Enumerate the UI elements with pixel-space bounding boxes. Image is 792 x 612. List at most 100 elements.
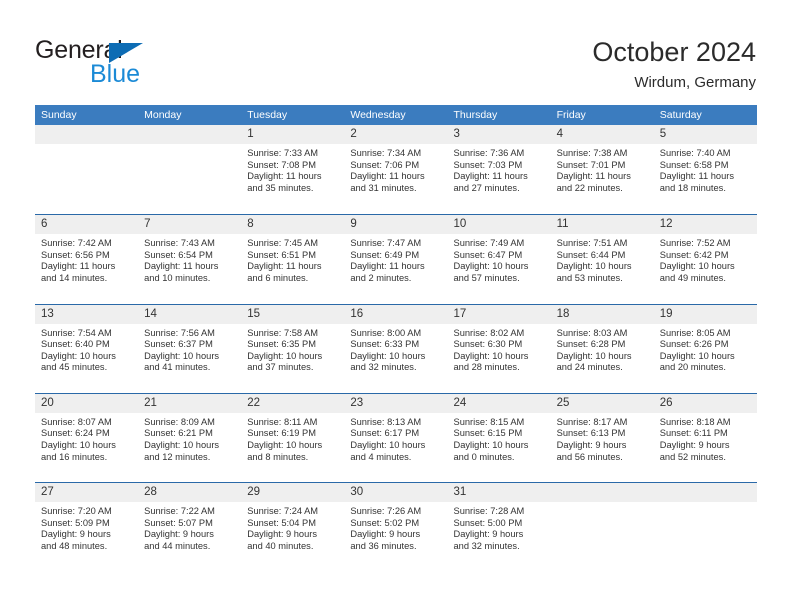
title-block: October 2024 Wirdum, Germany (592, 36, 756, 93)
day-number: 11 (556, 218, 569, 231)
calendar-day-cell[interactable]: 14 Sunrise: 7:56 AM Sunset: 6:37 PM Dayligh… (138, 304, 242, 393)
day-number: 30 (350, 486, 364, 499)
calendar-day-cell[interactable]: 29 Sunrise: 7:24 AM Sunset: 5:04 PM Dayligh… (241, 483, 345, 571)
daylight-text: Daylight: 11 hours (350, 171, 425, 182)
day-number: 29 (247, 486, 261, 499)
calendar-day-cell[interactable]: 20 Sunrise: 8:07 AM Sunset: 6:24 PM Dayligh… (35, 393, 139, 482)
day-number: 6 (41, 218, 48, 231)
daylight-text: Daylight: 10 hours (247, 440, 323, 451)
sunrise-text: Sunrise: 7:28 AM (453, 506, 525, 517)
sunset-text: Sunset: 7:08 PM (247, 159, 316, 170)
daylight-text: and 32 minutes. (453, 540, 520, 551)
sunset-text: Sunset: 5:09 PM (41, 517, 110, 528)
calendar-day-cell[interactable]: 4 Sunrise: 7:38 AM Sunset: 7:01 PM Daylight… (550, 125, 654, 213)
calendar-day-cell[interactable]: 25 Sunrise: 8:17 AM Sunset: 6:13 PM Dayligh… (550, 393, 654, 482)
weekday-header-sunday: Sunday (41, 109, 77, 121)
calendar-day-cell[interactable]: 7 Sunrise: 7:43 AM Sunset: 6:54 PM Daylight… (138, 215, 242, 303)
sunset-text: Sunset: 5:00 PM (453, 517, 523, 528)
sunset-text: Sunset: 6:54 PM (144, 249, 213, 260)
calendar-day-cell[interactable]: 5 Sunrise: 7:40 AM Sunset: 6:58 PM Daylight… (653, 125, 757, 213)
calendar-day-cell[interactable]: 13 Sunrise: 7:54 AM Sunset: 6:40 PM Dayligh… (35, 304, 139, 393)
day-number-band: 16 (344, 304, 448, 324)
day-number: 2 (350, 128, 357, 140)
sunrise-text: Sunrise: 7:51 AM (556, 238, 628, 249)
daylight-text: and 22 minutes. (556, 182, 623, 193)
daylight-text: and 16 minutes. (41, 451, 108, 462)
day-number-band (550, 483, 654, 503)
daylight-text: and 40 minutes. (247, 540, 314, 551)
daylight-text: Daylight: 9 hours (659, 440, 730, 451)
day-number-band: 4 (550, 125, 654, 144)
daylight-text: and 48 minutes. (41, 540, 108, 551)
daylight-text: and 53 minutes. (556, 273, 623, 284)
sunset-text: Sunset: 6:26 PM (659, 339, 729, 350)
day-number-band: 30 (344, 483, 448, 503)
day-details: Sunrise: 7:47 AM Sunset: 6:49 PM Daylight:… (344, 234, 447, 284)
calendar-day-cell[interactable]: 16 Sunrise: 8:00 AM Sunset: 6:33 PM Dayligh… (344, 304, 448, 393)
calendar-day-cell[interactable]: 9 Sunrise: 7:47 AM Sunset: 6:49 PM Daylight… (344, 215, 448, 303)
sunset-text: Sunset: 6:35 PM (247, 339, 316, 350)
calendar-day-cell[interactable]: 28 Sunrise: 7:22 AM Sunset: 5:07 PM Dayligh… (138, 483, 242, 571)
calendar-day-cell[interactable]: 3 Sunrise: 7:36 AM Sunset: 7:03 PM Daylight… (447, 125, 551, 213)
day-details: Sunrise: 7:42 AM Sunset: 6:56 PM Daylight:… (35, 234, 138, 284)
calendar-day-cell[interactable]: 22 Sunrise: 8:11 AM Sunset: 6:19 PM Dayligh… (241, 393, 345, 482)
calendar-day-cell[interactable]: 18 Sunrise: 8:03 AM Sunset: 6:28 PM Dayligh… (550, 304, 654, 393)
day-details: Sunrise: 8:03 AM Sunset: 6:28 PM Daylight:… (551, 324, 654, 374)
brand-name-blue: Blue (90, 60, 141, 88)
calendar-day-cell[interactable]: 21 Sunrise: 8:09 AM Sunset: 6:21 PM Dayligh… (138, 393, 242, 482)
daylight-text: and 57 minutes. (453, 273, 520, 284)
day-number-band: 29 (241, 483, 345, 503)
daylight-text: Daylight: 9 hours (350, 529, 421, 540)
day-number: 25 (556, 396, 570, 409)
day-details: Sunrise: 7:56 AM Sunset: 6:37 PM Daylight:… (138, 324, 241, 374)
day-number-band: 24 (447, 393, 551, 413)
daylight-text: Daylight: 10 hours (350, 350, 426, 361)
day-number-band: 8 (241, 215, 345, 235)
calendar-day-cell[interactable]: 6 Sunrise: 7:42 AM Sunset: 6:56 PM Daylight… (35, 215, 139, 303)
calendar-day-cell[interactable]: 24 Sunrise: 8:15 AM Sunset: 6:15 PM Dayligh… (447, 393, 551, 482)
calendar-day-cell[interactable]: 27 Sunrise: 7:20 AM Sunset: 5:09 PM Dayligh… (35, 483, 139, 571)
calendar-day-cell[interactable]: 26 Sunrise: 8:18 AM Sunset: 6:11 PM Dayligh… (653, 393, 757, 482)
day-number: 5 (659, 128, 667, 140)
daylight-text: and 32 minutes. (350, 362, 417, 373)
day-details: Sunrise: 7:54 AM Sunset: 6:40 PM Daylight:… (35, 324, 138, 374)
calendar-day-cell[interactable]: 1 Sunrise: 7:33 AM Sunset: 7:08 PM Daylight… (241, 125, 345, 213)
calendar-day-cell[interactable]: 11 Sunrise: 7:51 AM Sunset: 6:44 PM Dayligh… (550, 215, 654, 303)
calendar-day-cell[interactable]: 31 Sunrise: 7:28 AM Sunset: 5:00 PM Dayligh… (447, 483, 551, 571)
sunrise-text: Sunrise: 8:03 AM (556, 327, 628, 338)
calendar-day-cell[interactable]: 17 Sunrise: 8:02 AM Sunset: 6:30 PM Dayligh… (447, 304, 551, 393)
day-details: Sunrise: 8:09 AM Sunset: 6:21 PM Daylight:… (138, 413, 241, 463)
sunset-text: Sunset: 6:47 PM (453, 249, 523, 260)
sunset-text: Sunset: 5:07 PM (144, 517, 213, 528)
calendar-day-cell[interactable]: 12 Sunrise: 7:52 AM Sunset: 6:42 PM Dayligh… (653, 215, 757, 303)
sunrise-text: Sunrise: 7:33 AM (247, 148, 319, 158)
day-details: Sunrise: 7:33 AM Sunset: 7:08 PM Daylight:… (241, 144, 344, 194)
sunset-text: Sunset: 7:03 PM (453, 159, 523, 170)
day-number: 7 (144, 218, 151, 231)
day-number-band: 11 (550, 215, 654, 235)
calendar-day-cell[interactable]: 30 Sunrise: 7:26 AM Sunset: 5:02 PM Dayligh… (344, 483, 448, 571)
calendar-day-cell[interactable]: 2 Sunrise: 7:34 AM Sunset: 7:06 PM Daylight… (344, 125, 448, 213)
daylight-text: Daylight: 10 hours (659, 261, 735, 272)
daylight-text: and 35 minutes. (247, 182, 314, 193)
day-details (654, 502, 757, 506)
daylight-text: and 52 minutes. (659, 451, 726, 462)
sunset-text: Sunset: 6:17 PM (350, 428, 420, 439)
day-details (35, 144, 138, 148)
page-subtitle: Wirdum, Germany (634, 74, 756, 91)
calendar-day-cell[interactable]: 19 Sunrise: 8:05 AM Sunset: 6:26 PM Dayligh… (653, 304, 757, 393)
calendar-day-cell[interactable]: 23 Sunrise: 8:13 AM Sunset: 6:17 PM Dayligh… (344, 393, 448, 482)
calendar-day-cell[interactable]: 10 Sunrise: 7:49 AM Sunset: 6:47 PM Dayligh… (447, 215, 551, 303)
daylight-text: Daylight: 10 hours (453, 440, 529, 451)
brand-logo[interactable]: General Blue (35, 36, 215, 88)
daylight-text: Daylight: 10 hours (556, 350, 632, 361)
day-number-band: 20 (35, 393, 139, 413)
day-details: Sunrise: 7:22 AM Sunset: 5:07 PM Daylight:… (138, 502, 241, 552)
sunset-text: Sunset: 7:01 PM (556, 159, 626, 170)
day-number-band: 10 (447, 215, 551, 235)
calendar-day-cell[interactable]: 15 Sunrise: 7:58 AM Sunset: 6:35 PM Dayligh… (241, 304, 345, 393)
day-number: 15 (247, 307, 261, 320)
day-details: Sunrise: 7:51 AM Sunset: 6:44 PM Daylight:… (551, 234, 654, 284)
calendar-day-cell[interactable]: 8 Sunrise: 7:45 AM Sunset: 6:51 PM Daylight… (241, 215, 345, 303)
sunrise-text: Sunrise: 7:38 AM (556, 148, 628, 158)
